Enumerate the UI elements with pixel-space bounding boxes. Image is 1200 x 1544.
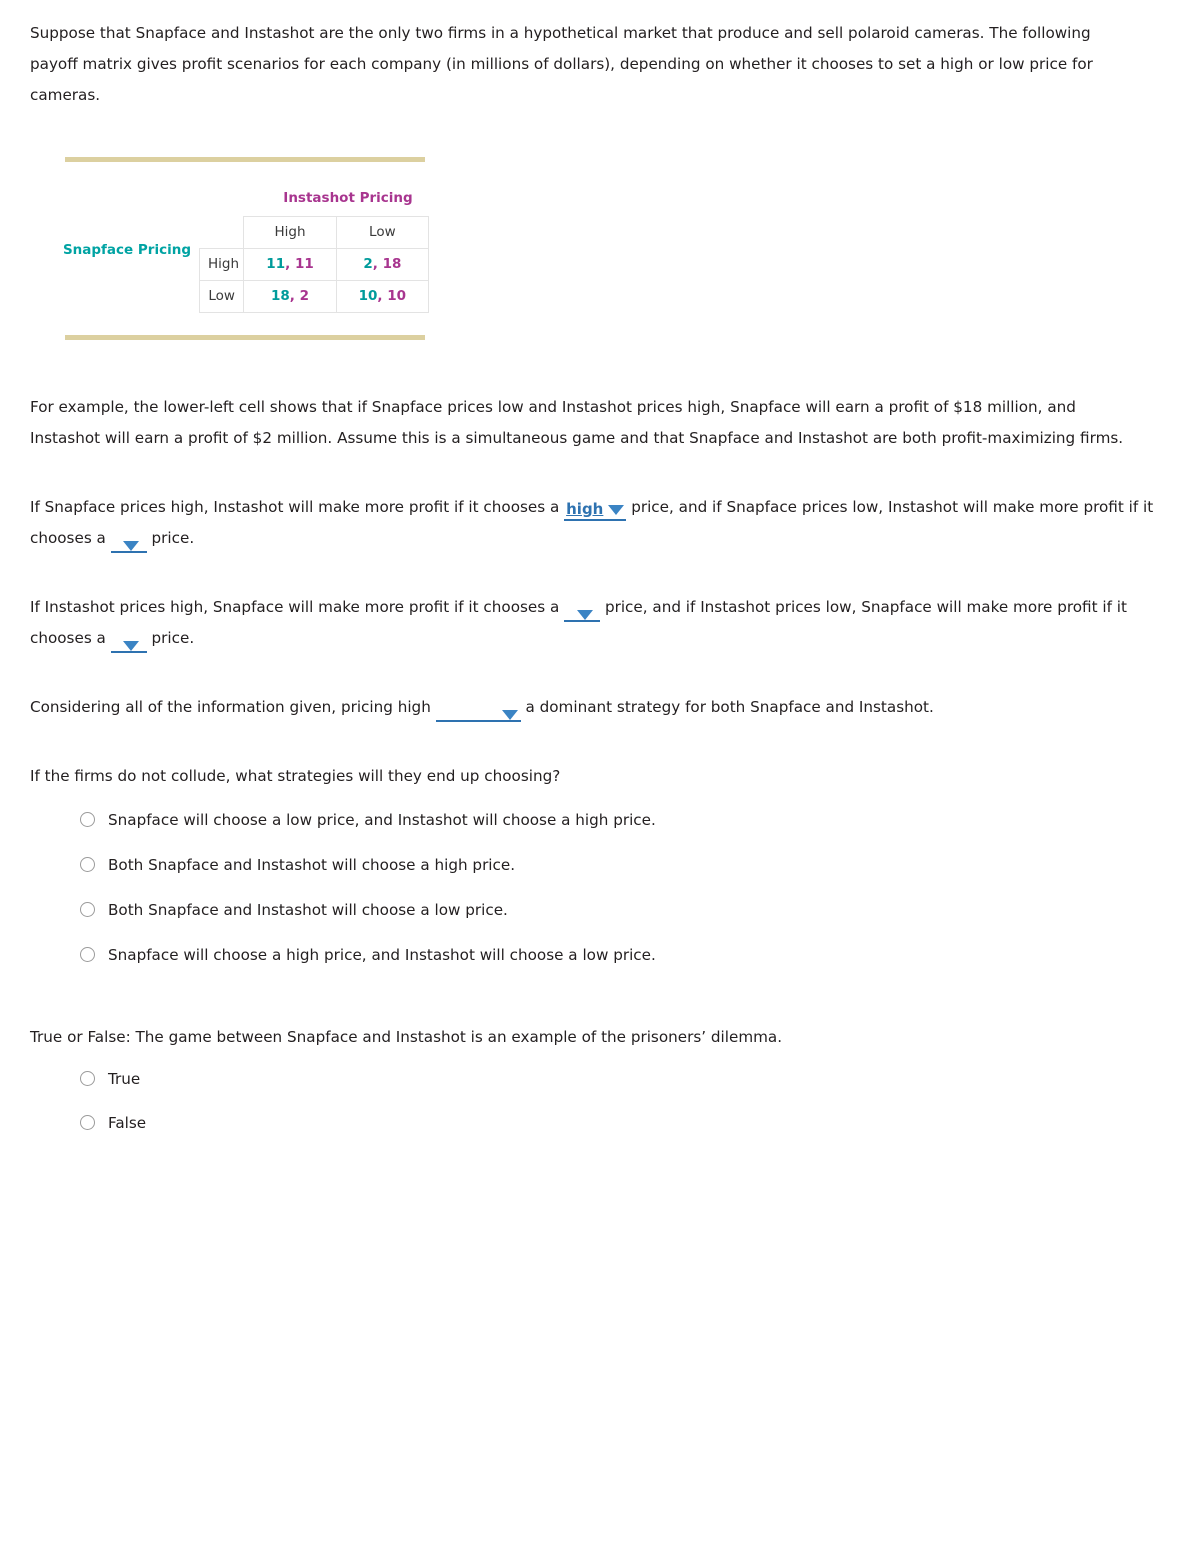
- q1-dropdown-2[interactable]: [110, 540, 147, 553]
- radio-button-icon[interactable]: [80, 901, 95, 917]
- q3-text-part-2: a dominant strategy for both Snapface an…: [525, 697, 934, 716]
- radio-button-icon[interactable]: [80, 1070, 95, 1086]
- question-5-options: True False: [30, 1065, 1170, 1153]
- q3-text-part-1: Considering all of the information given…: [30, 697, 431, 716]
- q1-dropdown-1-value: high: [566, 499, 604, 518]
- q2-text-part-3: price.: [151, 628, 195, 647]
- q2-dropdown-2[interactable]: [110, 640, 147, 653]
- question-5-prompt: True or False: The game between Snapface…: [30, 1027, 783, 1046]
- option-label: False: [108, 1113, 147, 1132]
- list-item[interactable]: False: [80, 1109, 1170, 1153]
- payoff-matrix-table: High Low High 11, 11 2, 18 Low 18, 2 10,…: [198, 215, 430, 313]
- row-axis-label: Snapface Pricing: [62, 242, 191, 258]
- cell-high-high: 11, 11: [243, 247, 337, 281]
- cell-value-snapface: 10: [358, 287, 378, 304]
- cell-value-instashot: 11: [294, 255, 314, 272]
- list-item[interactable]: Both Snapface and Instashot will choose …: [80, 851, 1170, 896]
- chevron-down-icon: [123, 540, 140, 551]
- column-header-low: Low: [335, 215, 430, 249]
- table-header-row: High Low: [200, 215, 430, 249]
- list-item[interactable]: Both Snapface and Instashot will choose …: [80, 896, 1170, 941]
- cell-value-instashot: 2: [299, 287, 310, 304]
- list-item[interactable]: True: [80, 1065, 1170, 1109]
- cell-value-snapface: 2: [363, 255, 373, 272]
- q3-dropdown-1[interactable]: [435, 709, 521, 722]
- cell-high-low: 2, 18: [335, 247, 430, 281]
- example-paragraph: For example, the lower-left cell shows t…: [30, 397, 1124, 447]
- option-label: Snapface will choose a high price, and I…: [108, 945, 656, 964]
- column-axis-label: Instashot Pricing: [283, 190, 413, 206]
- question-4-prompt: If the firms do not collude, what strate…: [30, 766, 561, 785]
- radio-button-icon[interactable]: [80, 1114, 95, 1130]
- cell-separator: ,: [377, 287, 383, 304]
- cell-value-instashot: 18: [382, 255, 402, 272]
- list-item[interactable]: Snapface will choose a high price, and I…: [80, 941, 1170, 986]
- question-4-options: Snapface will choose a low price, and In…: [30, 806, 1170, 986]
- row-header-high: High: [198, 247, 245, 281]
- cell-value-snapface: 11: [266, 255, 286, 272]
- chevron-down-icon: [608, 504, 625, 515]
- radio-button-icon[interactable]: [80, 946, 95, 962]
- cell-separator: ,: [289, 287, 295, 304]
- option-label: Both Snapface and Instashot will choose …: [108, 900, 508, 919]
- question-3: Considering all of the information given…: [30, 692, 1170, 723]
- cell-low-low: 10, 10: [335, 279, 430, 313]
- matrix-corner-cell: [200, 216, 244, 248]
- radio-button-icon[interactable]: [80, 856, 95, 872]
- option-label: Both Snapface and Instashot will choose …: [108, 855, 516, 874]
- question-2: If Instashot prices high, Snapface will …: [30, 592, 1160, 654]
- cell-low-high: 18, 2: [243, 279, 337, 313]
- matrix-bottom-rule: [65, 334, 425, 340]
- chevron-down-icon: [123, 640, 140, 651]
- intro-paragraph: Suppose that Snapface and Instashot are …: [30, 24, 1093, 104]
- payoff-matrix-block: Snapface Pricing Instashot Pricing High …: [62, 157, 460, 340]
- chevron-down-icon: [576, 609, 593, 620]
- cell-value-snapface: 18: [270, 287, 290, 304]
- row-header-low: Low: [198, 279, 245, 313]
- table-row: Low 18, 2 10, 10: [198, 279, 430, 313]
- column-header-high: High: [243, 215, 337, 249]
- q1-text-part-3: price.: [151, 528, 195, 547]
- q2-text-part-1: If Instashot prices high, Snapface will …: [30, 597, 560, 616]
- cell-separator: ,: [285, 255, 291, 272]
- chevron-down-icon: [501, 709, 518, 720]
- q1-dropdown-1[interactable]: high: [564, 499, 627, 521]
- question-1: If Snapface prices high, Instashot will …: [30, 492, 1160, 554]
- matrix-top-rule: [65, 157, 425, 162]
- radio-button-icon[interactable]: [80, 811, 95, 827]
- option-label: Snapface will choose a low price, and In…: [108, 810, 656, 829]
- cell-separator: ,: [372, 255, 378, 272]
- exercise-page: Suppose that Snapface and Instashot are …: [0, 0, 1200, 1183]
- q1-text-part-1: If Snapface prices high, Instashot will …: [30, 497, 560, 516]
- q2-dropdown-1[interactable]: [564, 609, 601, 622]
- table-row: High 11, 11 2, 18: [198, 247, 430, 281]
- list-item[interactable]: Snapface will choose a low price, and In…: [80, 806, 1170, 851]
- cell-value-instashot: 10: [387, 287, 407, 304]
- option-label: True: [108, 1069, 141, 1088]
